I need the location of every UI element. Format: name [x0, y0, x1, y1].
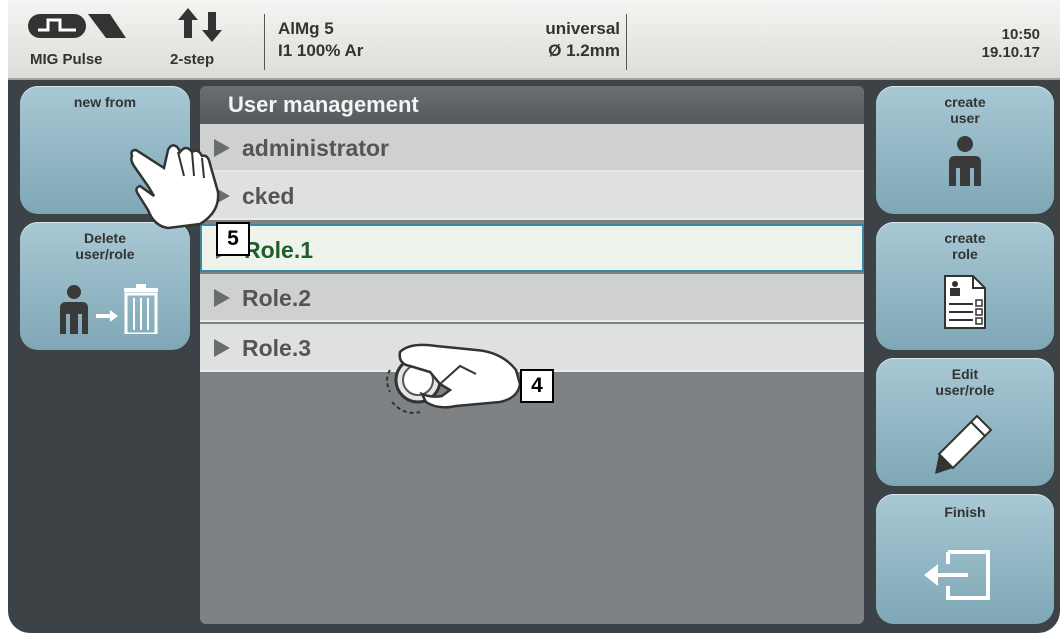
pointing-hand-icon: [130, 144, 220, 230]
role-document-icon: [944, 275, 986, 329]
expand-arrow-icon: [214, 339, 230, 357]
user-management-panel: User management administrator cked Role.…: [200, 86, 864, 624]
pencil-icon: [935, 414, 993, 474]
material-info[interactable]: AlMg 5 I1 100% Ar: [278, 18, 363, 62]
header-divider: [626, 14, 627, 70]
new-from-label: new from: [73, 94, 137, 110]
finish-label: Finish: [944, 504, 986, 520]
edit-line2: user/role: [935, 382, 995, 398]
list-item[interactable]: Role.3: [200, 324, 864, 372]
finish-button[interactable]: Finish: [876, 494, 1054, 624]
user-icon: [949, 136, 981, 186]
trigger-mode[interactable]: 2-step: [160, 0, 264, 78]
characteristic-name: universal: [545, 19, 620, 38]
header-divider: [264, 14, 265, 70]
create-user-label: create user: [876, 86, 1054, 126]
process-mode-label: MIG Pulse: [30, 51, 103, 68]
create-user-button[interactable]: create user: [876, 86, 1054, 214]
delete-user-role-button[interactable]: Delete user/role: [20, 222, 190, 350]
process-mode[interactable]: MIG Pulse: [8, 0, 160, 78]
rotary-dial-hand-icon: [386, 343, 522, 414]
clock-date: 19.10.17: [981, 44, 1040, 61]
list-item-selected[interactable]: Role.1: [200, 224, 864, 272]
edit-user-role-button[interactable]: Edit user/role: [876, 358, 1054, 486]
clock: 10:50 19.10.17: [982, 26, 1040, 62]
list-item-label: cked: [242, 183, 295, 209]
list-item[interactable]: Role.2: [200, 274, 864, 322]
wire-info[interactable]: universal Ø 1.2mm: [504, 18, 620, 62]
create-role-line2: role: [952, 246, 978, 262]
trigger-mode-label: 2-step: [170, 51, 215, 68]
create-user-line1: create: [944, 94, 986, 110]
list-item[interactable]: cked: [200, 172, 864, 220]
list-item[interactable]: administrator: [200, 124, 864, 172]
edit-label: Edit user/role: [876, 358, 1054, 398]
list-item-label: Role.3: [242, 335, 312, 361]
create-role-button[interactable]: create role: [876, 222, 1054, 350]
up-down-arrows-icon: [178, 8, 222, 42]
panel-title: User management: [200, 86, 864, 124]
list-item-label: Role.2: [242, 285, 312, 311]
callout-4: 4: [520, 369, 554, 403]
expand-arrow-icon: [214, 289, 230, 307]
exit-door-icon: [924, 550, 990, 600]
wire-diameter: Ø 1.2mm: [548, 41, 620, 60]
material-name: AlMg 5: [278, 19, 334, 38]
create-user-line2: user: [950, 110, 980, 126]
delete-user-icon: [60, 284, 158, 334]
list-item-label: administrator: [242, 135, 389, 161]
create-role-line1: create: [944, 230, 986, 246]
create-role-label: create role: [876, 222, 1054, 262]
shielding-gas: I1 100% Ar: [278, 41, 364, 60]
callout-5: 5: [216, 222, 250, 256]
delete-label-line2: user/role: [75, 246, 135, 262]
clock-time: 10:50: [1001, 26, 1040, 43]
welding-display: MIG Pulse 2-step AlMg 5 I1 100% Ar unive…: [8, 0, 1060, 633]
mig-pulse-icon: [28, 14, 126, 38]
edit-line1: Edit: [951, 366, 979, 382]
list-item-label: Role.1: [244, 237, 314, 263]
status-header: MIG Pulse 2-step AlMg 5 I1 100% Ar unive…: [8, 0, 1060, 80]
delete-label-line1: Delete: [83, 230, 127, 246]
